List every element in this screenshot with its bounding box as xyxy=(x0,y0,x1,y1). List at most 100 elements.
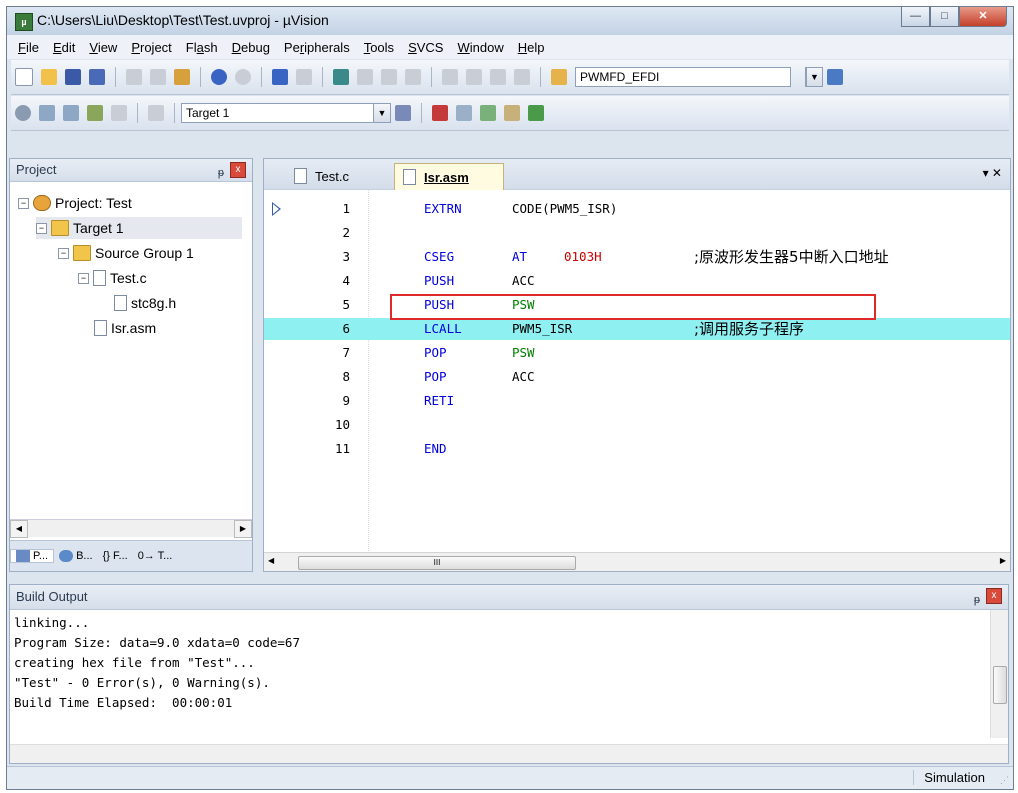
file-extensions-icon[interactable] xyxy=(432,105,448,121)
clear-bookmarks-icon[interactable] xyxy=(405,69,421,85)
tree-node-stc8g-h[interactable]: stc8g.h xyxy=(114,292,176,314)
menu-item[interactable]: Tools xyxy=(357,40,401,55)
code-line[interactable]: 9 RETI xyxy=(264,390,1010,412)
find-icon[interactable] xyxy=(827,69,843,85)
scrollbar-thumb[interactable]: III xyxy=(298,556,576,570)
tab-isr-asm[interactable]: Isr.asm xyxy=(394,163,504,190)
tab-project[interactable]: P... xyxy=(10,549,55,563)
tree-node-test-c[interactable]: − Test.c xyxy=(78,267,147,289)
tree-node-isr-asm[interactable]: Isr.asm xyxy=(94,317,156,339)
uncomment-icon[interactable] xyxy=(514,69,530,85)
manage-project-icon[interactable] xyxy=(456,105,472,121)
scroll-left-icon[interactable]: ◀ xyxy=(10,520,28,538)
collapse-icon[interactable]: − xyxy=(78,272,89,284)
menu-label-prefix: Pe xyxy=(283,39,300,55)
menu-accelerator: F xyxy=(18,39,26,55)
tab-test-c[interactable]: Test.c xyxy=(286,163,357,189)
code-line[interactable]: 3 CSEG AT 0103H ;原波形发生器5中断入口地址 xyxy=(264,246,1010,268)
select-device-icon[interactable] xyxy=(480,105,496,121)
target-select[interactable]: Target 1 ▼ xyxy=(181,103,391,123)
scroll-left-icon[interactable]: ◀ xyxy=(268,556,274,565)
build-icon[interactable] xyxy=(39,105,55,121)
editor-hscrollbar[interactable]: ◀ III ▶ xyxy=(264,552,1010,571)
menu-label-suffix: sh xyxy=(203,39,218,55)
navigate-forward-icon[interactable] xyxy=(296,69,312,85)
tree-node-target[interactable]: − Target 1 xyxy=(36,217,242,239)
save-all-icon[interactable] xyxy=(89,69,105,85)
title-bar[interactable]: µ C:\Users\Liu\Desktop\Test\Test.uvproj … xyxy=(7,7,1013,35)
find-in-files-icon[interactable] xyxy=(551,69,567,85)
bookmark-icon[interactable] xyxy=(333,69,349,85)
minimize-button[interactable]: — xyxy=(901,7,930,27)
prev-bookmark-icon[interactable] xyxy=(357,69,373,85)
code-line[interactable]: 7 POP PSW xyxy=(264,342,1010,364)
code-line[interactable]: 2 xyxy=(264,222,1010,244)
code-line[interactable]: 4 PUSH ACC xyxy=(264,270,1010,292)
indent-icon[interactable] xyxy=(442,69,458,85)
tree-node-project[interactable]: − Project: Test xyxy=(18,192,132,214)
paste-icon[interactable] xyxy=(174,69,190,85)
close-button[interactable]: ✕ xyxy=(959,7,1007,27)
collapse-icon[interactable]: − xyxy=(58,247,69,259)
cut-icon[interactable] xyxy=(126,69,142,85)
translate-icon[interactable] xyxy=(15,105,31,121)
tab-templates[interactable]: 0→ T... xyxy=(133,550,178,562)
tab-controls[interactable]: ▾ ✕ xyxy=(983,166,1002,180)
pin-icon[interactable]: ᵽ xyxy=(974,588,980,612)
code-line[interactable]: 1 EXTRN CODE(PWM5_ISR) xyxy=(264,198,1010,220)
toolbar-separator xyxy=(540,67,541,87)
menu-item[interactable]: Project xyxy=(124,40,178,55)
collapse-icon[interactable]: − xyxy=(36,222,47,234)
project-panel-close-icon[interactable]: x xyxy=(230,162,246,178)
scroll-right-icon[interactable]: ▶ xyxy=(234,520,252,538)
project-hscrollbar[interactable]: ◀ ▶ xyxy=(10,519,252,538)
download-load-icon[interactable] xyxy=(148,105,164,121)
menu-item[interactable]: View xyxy=(82,40,124,55)
collapse-icon[interactable]: − xyxy=(18,197,29,209)
menu-item[interactable]: Debug xyxy=(225,40,277,55)
menu-item[interactable]: Window xyxy=(450,40,510,55)
scroll-right-icon[interactable]: ▶ xyxy=(1000,556,1006,565)
pack-installer-icon[interactable] xyxy=(504,105,520,121)
stop-build-icon[interactable] xyxy=(111,105,127,121)
new-file-icon[interactable] xyxy=(15,68,33,86)
build-output-hscrollbar[interactable] xyxy=(10,744,1008,763)
undo-icon[interactable] xyxy=(211,69,227,85)
rebuild-icon[interactable] xyxy=(63,105,79,121)
run-time-environment-icon[interactable] xyxy=(528,105,544,121)
tree-node-source-group[interactable]: − Source Group 1 xyxy=(58,242,194,264)
pin-icon[interactable]: ᵽ xyxy=(218,162,224,184)
navigate-back-icon[interactable] xyxy=(272,69,288,85)
code-area[interactable]: 1 EXTRN CODE(PWM5_ISR) 2 3 CSEG AT 0103H ;原波形发生器… xyxy=(264,190,1010,551)
code-line[interactable]: 10 xyxy=(264,414,1010,436)
save-icon[interactable] xyxy=(65,69,81,85)
build-output-line: Build Time Elapsed: 00:00:01 xyxy=(14,695,233,710)
build-output-vscrollbar[interactable] xyxy=(990,610,1008,738)
batch-build-icon[interactable] xyxy=(87,105,103,121)
find-combo[interactable]: PWMFD_EFDI xyxy=(575,67,791,87)
open-folder-icon[interactable] xyxy=(41,69,57,85)
next-bookmark-icon[interactable] xyxy=(381,69,397,85)
copy-icon[interactable] xyxy=(150,69,166,85)
build-output-close-icon[interactable]: x xyxy=(986,588,1002,604)
maximize-button[interactable]: □ xyxy=(930,7,959,27)
scrollbar-thumb[interactable] xyxy=(993,666,1007,704)
menu-item[interactable]: Edit xyxy=(46,40,82,55)
menu-item[interactable]: SVCS xyxy=(401,40,450,55)
find-combo-dropdown[interactable]: ▼ xyxy=(805,67,823,87)
menu-item[interactable]: Flash xyxy=(179,40,225,55)
menu-item[interactable]: Peripherals xyxy=(277,40,357,55)
menu-item[interactable]: File xyxy=(11,40,46,55)
unindent-icon[interactable] xyxy=(466,69,482,85)
tab-books[interactable]: B... xyxy=(54,550,98,562)
comment-icon[interactable] xyxy=(490,69,506,85)
target-options-icon[interactable] xyxy=(395,105,411,121)
tab-label: P... xyxy=(33,550,49,562)
code-line[interactable]: 6 LCALL PWM5_ISR ;调用服务子程序 xyxy=(264,318,1010,340)
tab-functions[interactable]: {} F... xyxy=(98,550,133,562)
code-line[interactable]: 8 POP ACC xyxy=(264,366,1010,388)
redo-icon[interactable] xyxy=(235,69,251,85)
menu-item[interactable]: Help xyxy=(511,40,552,55)
code-line[interactable]: 11 END xyxy=(264,438,1010,460)
resize-grip-icon[interactable]: ⋰ xyxy=(1000,775,1009,786)
